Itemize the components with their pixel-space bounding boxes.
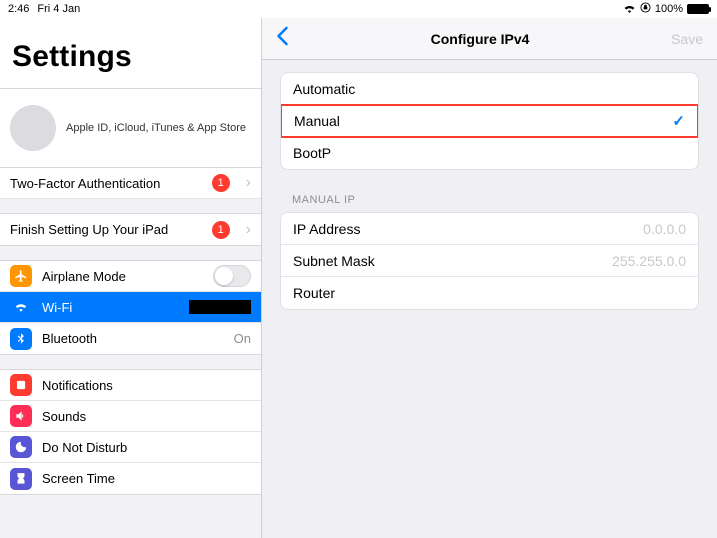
notifications-icon bbox=[10, 374, 32, 396]
router-label: Router bbox=[293, 285, 335, 301]
save-button[interactable]: Save bbox=[671, 31, 703, 47]
bluetooth-value: On bbox=[234, 331, 251, 346]
subnet-mask-value: 255.255.0.0 bbox=[612, 253, 686, 269]
sidebar-finish-setup[interactable]: Finish Setting Up Your iPad 1 › bbox=[0, 214, 261, 245]
option-manual-label: Manual bbox=[294, 113, 340, 129]
wifi-status-icon bbox=[623, 3, 636, 16]
finish-setup-label: Finish Setting Up Your iPad bbox=[10, 222, 168, 237]
sidebar-sounds[interactable]: Sounds bbox=[0, 401, 261, 432]
avatar bbox=[10, 105, 56, 151]
dnd-label: Do Not Disturb bbox=[42, 440, 127, 455]
router-row[interactable]: Router bbox=[281, 277, 698, 309]
battery-percent: 100% bbox=[655, 3, 683, 15]
subnet-mask-label: Subnet Mask bbox=[293, 253, 375, 269]
manual-ip-group: IP Address 0.0.0.0 Subnet Mask 255.255.0… bbox=[280, 212, 699, 310]
manual-ip-section-label: MANUAL IP bbox=[280, 194, 699, 212]
bluetooth-icon bbox=[10, 328, 32, 350]
badge: 1 bbox=[212, 174, 230, 192]
option-automatic-label: Automatic bbox=[293, 81, 355, 97]
wifi-network-name: ████████ bbox=[189, 300, 251, 314]
settings-title: Settings bbox=[0, 18, 261, 89]
checkmark-icon: ✓ bbox=[672, 112, 685, 130]
sidebar-dnd[interactable]: Do Not Disturb bbox=[0, 432, 261, 463]
option-manual[interactable]: Manual ✓ bbox=[280, 104, 699, 138]
ipv4-options-group: Automatic Manual ✓ BootP bbox=[280, 72, 699, 170]
sounds-icon bbox=[10, 405, 32, 427]
chevron-right-icon: › bbox=[246, 174, 251, 192]
page-title: Configure IPv4 bbox=[289, 31, 671, 47]
status-date: Fri 4 Jan bbox=[37, 3, 80, 15]
apple-id-subtitle: Apple ID, iCloud, iTunes & App Store bbox=[66, 122, 246, 134]
status-time: 2:46 bbox=[8, 3, 29, 15]
badge: 1 bbox=[212, 221, 230, 239]
chevron-right-icon: › bbox=[246, 221, 251, 239]
orientation-lock-icon bbox=[640, 2, 651, 16]
bluetooth-label: Bluetooth bbox=[42, 331, 97, 346]
sidebar-bluetooth[interactable]: Bluetooth On bbox=[0, 323, 261, 354]
two-factor-label: Two-Factor Authentication bbox=[10, 176, 160, 191]
notifications-label: Notifications bbox=[42, 378, 113, 393]
dnd-icon bbox=[10, 436, 32, 458]
airplane-label: Airplane Mode bbox=[42, 269, 126, 284]
airplane-icon bbox=[10, 265, 32, 287]
screentime-icon bbox=[10, 468, 32, 490]
battery-icon bbox=[687, 4, 709, 14]
status-bar: 2:46 Fri 4 Jan 100% bbox=[0, 0, 717, 18]
option-bootp[interactable]: BootP bbox=[281, 137, 698, 169]
sidebar-airplane-mode[interactable]: Airplane Mode bbox=[0, 261, 261, 292]
sidebar-wifi[interactable]: Wi-Fi ████████ bbox=[0, 292, 261, 323]
sidebar-screentime[interactable]: Screen Time bbox=[0, 463, 261, 494]
ip-address-label: IP Address bbox=[293, 221, 360, 237]
ip-address-value: 0.0.0.0 bbox=[643, 221, 686, 237]
screentime-label: Screen Time bbox=[42, 471, 115, 486]
settings-sidebar: Settings Apple ID, iCloud, iTunes & App … bbox=[0, 18, 262, 538]
detail-header: Configure IPv4 Save bbox=[262, 18, 717, 60]
sidebar-apple-id[interactable]: Apple ID, iCloud, iTunes & App Store bbox=[0, 89, 261, 168]
subnet-mask-row[interactable]: Subnet Mask 255.255.0.0 bbox=[281, 245, 698, 277]
back-button[interactable] bbox=[276, 26, 289, 52]
sidebar-two-factor[interactable]: Two-Factor Authentication 1 › bbox=[0, 168, 261, 199]
option-automatic[interactable]: Automatic bbox=[281, 73, 698, 105]
airplane-toggle[interactable] bbox=[213, 265, 251, 287]
option-bootp-label: BootP bbox=[293, 145, 331, 161]
detail-pane: Configure IPv4 Save Automatic Manual ✓ B… bbox=[262, 18, 717, 538]
wifi-label: Wi-Fi bbox=[42, 300, 72, 315]
wifi-icon bbox=[10, 296, 32, 318]
sounds-label: Sounds bbox=[42, 409, 86, 424]
sidebar-notifications[interactable]: Notifications bbox=[0, 370, 261, 401]
ip-address-row[interactable]: IP Address 0.0.0.0 bbox=[281, 213, 698, 245]
